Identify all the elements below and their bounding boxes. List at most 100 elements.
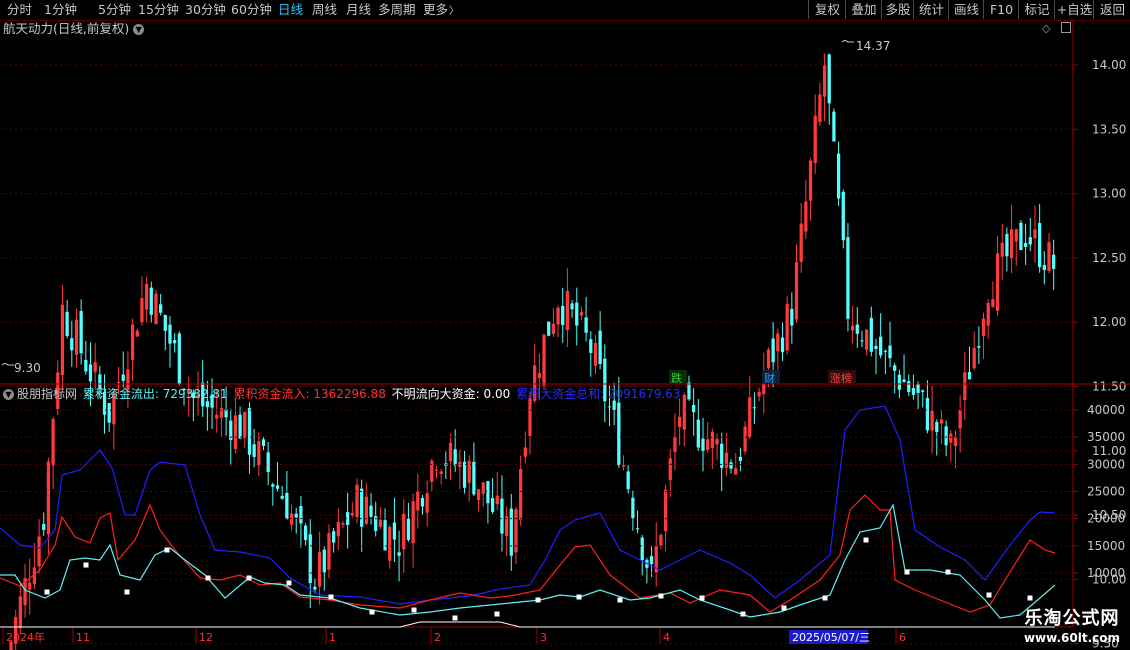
candle-body	[953, 436, 958, 447]
candle-body	[710, 431, 714, 448]
candle-body	[490, 498, 495, 512]
candle-body	[271, 484, 275, 487]
candle-body	[822, 65, 827, 97]
candle-body	[701, 438, 705, 451]
candle-body	[682, 394, 686, 430]
event-marker-cai[interactable]: 财	[762, 370, 780, 385]
indicator-name[interactable]: 股朋指标网	[17, 387, 77, 401]
candle-body	[472, 461, 476, 495]
candle-body	[140, 298, 144, 323]
signal-dot	[576, 594, 582, 600]
candle-body	[907, 381, 911, 393]
price-tick-label: 13.50	[1092, 122, 1126, 136]
date-tick-label: 2024年	[6, 630, 45, 644]
candle-body	[687, 382, 691, 400]
candle-body	[392, 522, 397, 540]
signal-dot	[44, 589, 50, 595]
candle-body	[1005, 233, 1009, 257]
candle-body	[51, 418, 55, 466]
date-tick-label: 12	[199, 631, 213, 644]
indicator-header: ▼ 股朋指标网 累积资金流出: 729382.81 累积资金流入: 1362296…	[0, 385, 682, 403]
signal-dot	[699, 595, 705, 601]
candle-body	[860, 340, 864, 342]
candle-body	[1014, 229, 1018, 242]
candle-body	[261, 439, 266, 446]
candle-body	[37, 536, 41, 567]
candle-body	[977, 346, 981, 348]
candle-body	[850, 325, 855, 331]
candle-body	[794, 262, 799, 320]
candle-body	[972, 348, 976, 369]
unknown-fund-line	[0, 621, 1055, 628]
candle-body	[158, 304, 163, 313]
candle-body	[832, 111, 836, 142]
candle-body	[46, 461, 51, 535]
candle-body	[902, 379, 906, 383]
candle-body	[462, 461, 467, 488]
event-marker-die-label: 跌	[671, 371, 682, 385]
indicator-axis: 40000 35000 30000 25000 20000 15000 10000	[1073, 403, 1125, 580]
candle-body	[434, 469, 439, 471]
candle-body	[827, 54, 831, 104]
candle-body	[149, 287, 153, 315]
candle-body	[738, 456, 743, 461]
candle-body	[729, 462, 733, 469]
candle-body	[453, 449, 457, 466]
candle-body	[556, 307, 560, 325]
candle-body	[865, 329, 869, 350]
candle-body	[168, 324, 172, 344]
candle-body	[855, 324, 859, 334]
candle-body	[1019, 222, 1023, 251]
low-price-label: 9.30	[14, 361, 41, 375]
candle-body	[537, 372, 541, 379]
candle-body	[981, 318, 986, 336]
date-cursor-label: 2025/05/07/三	[792, 631, 870, 644]
candle-body	[986, 302, 990, 326]
chevron-down-icon[interactable]: ▼	[3, 389, 14, 400]
candle-body	[766, 349, 771, 369]
candle-body	[350, 513, 354, 516]
candle-body	[551, 323, 556, 335]
candle-body	[949, 433, 953, 443]
candle-body	[116, 382, 121, 384]
candle-body	[696, 419, 700, 448]
candle-body	[771, 338, 775, 363]
candle-body	[322, 549, 326, 573]
watermark-logo: 乐淘公式网 www.60lt.com	[1024, 608, 1120, 646]
indicator-tick-label: 30000	[1087, 457, 1125, 471]
candle-body	[715, 438, 719, 445]
indicator-tick-label: 25000	[1087, 485, 1125, 499]
candle-body	[107, 403, 111, 423]
candle-body	[752, 407, 757, 409]
candle-body	[299, 505, 303, 524]
candle-body	[893, 365, 897, 371]
candle-body	[144, 283, 149, 310]
candle-body	[836, 153, 841, 199]
candle-body	[93, 362, 97, 373]
candle-body	[18, 596, 23, 629]
candle-body	[74, 319, 79, 355]
candle-body	[327, 532, 331, 570]
low-price-marker: 9.30	[1, 361, 41, 375]
candle-body	[1042, 265, 1046, 271]
candle-body	[303, 525, 308, 541]
candle-body	[883, 350, 887, 352]
candle-body	[238, 414, 242, 439]
candle-body	[233, 415, 238, 450]
signal-dot	[617, 597, 623, 603]
event-marker-die[interactable]: 跌	[669, 370, 687, 385]
candle-body	[958, 410, 962, 429]
candle-body	[734, 468, 738, 475]
candle-body	[439, 471, 443, 475]
signal-dot	[83, 562, 89, 568]
date-tick-label: 4	[663, 631, 670, 644]
candle-body	[846, 237, 850, 319]
candle-body	[785, 303, 789, 351]
candle-body	[621, 465, 626, 467]
candle-body	[369, 505, 373, 517]
signal-dot	[658, 593, 664, 599]
candle-body	[542, 334, 546, 386]
candle-body	[1028, 237, 1032, 245]
event-marker-zhangbang[interactable]: 涨榜	[828, 370, 856, 385]
candle-body	[88, 364, 93, 382]
